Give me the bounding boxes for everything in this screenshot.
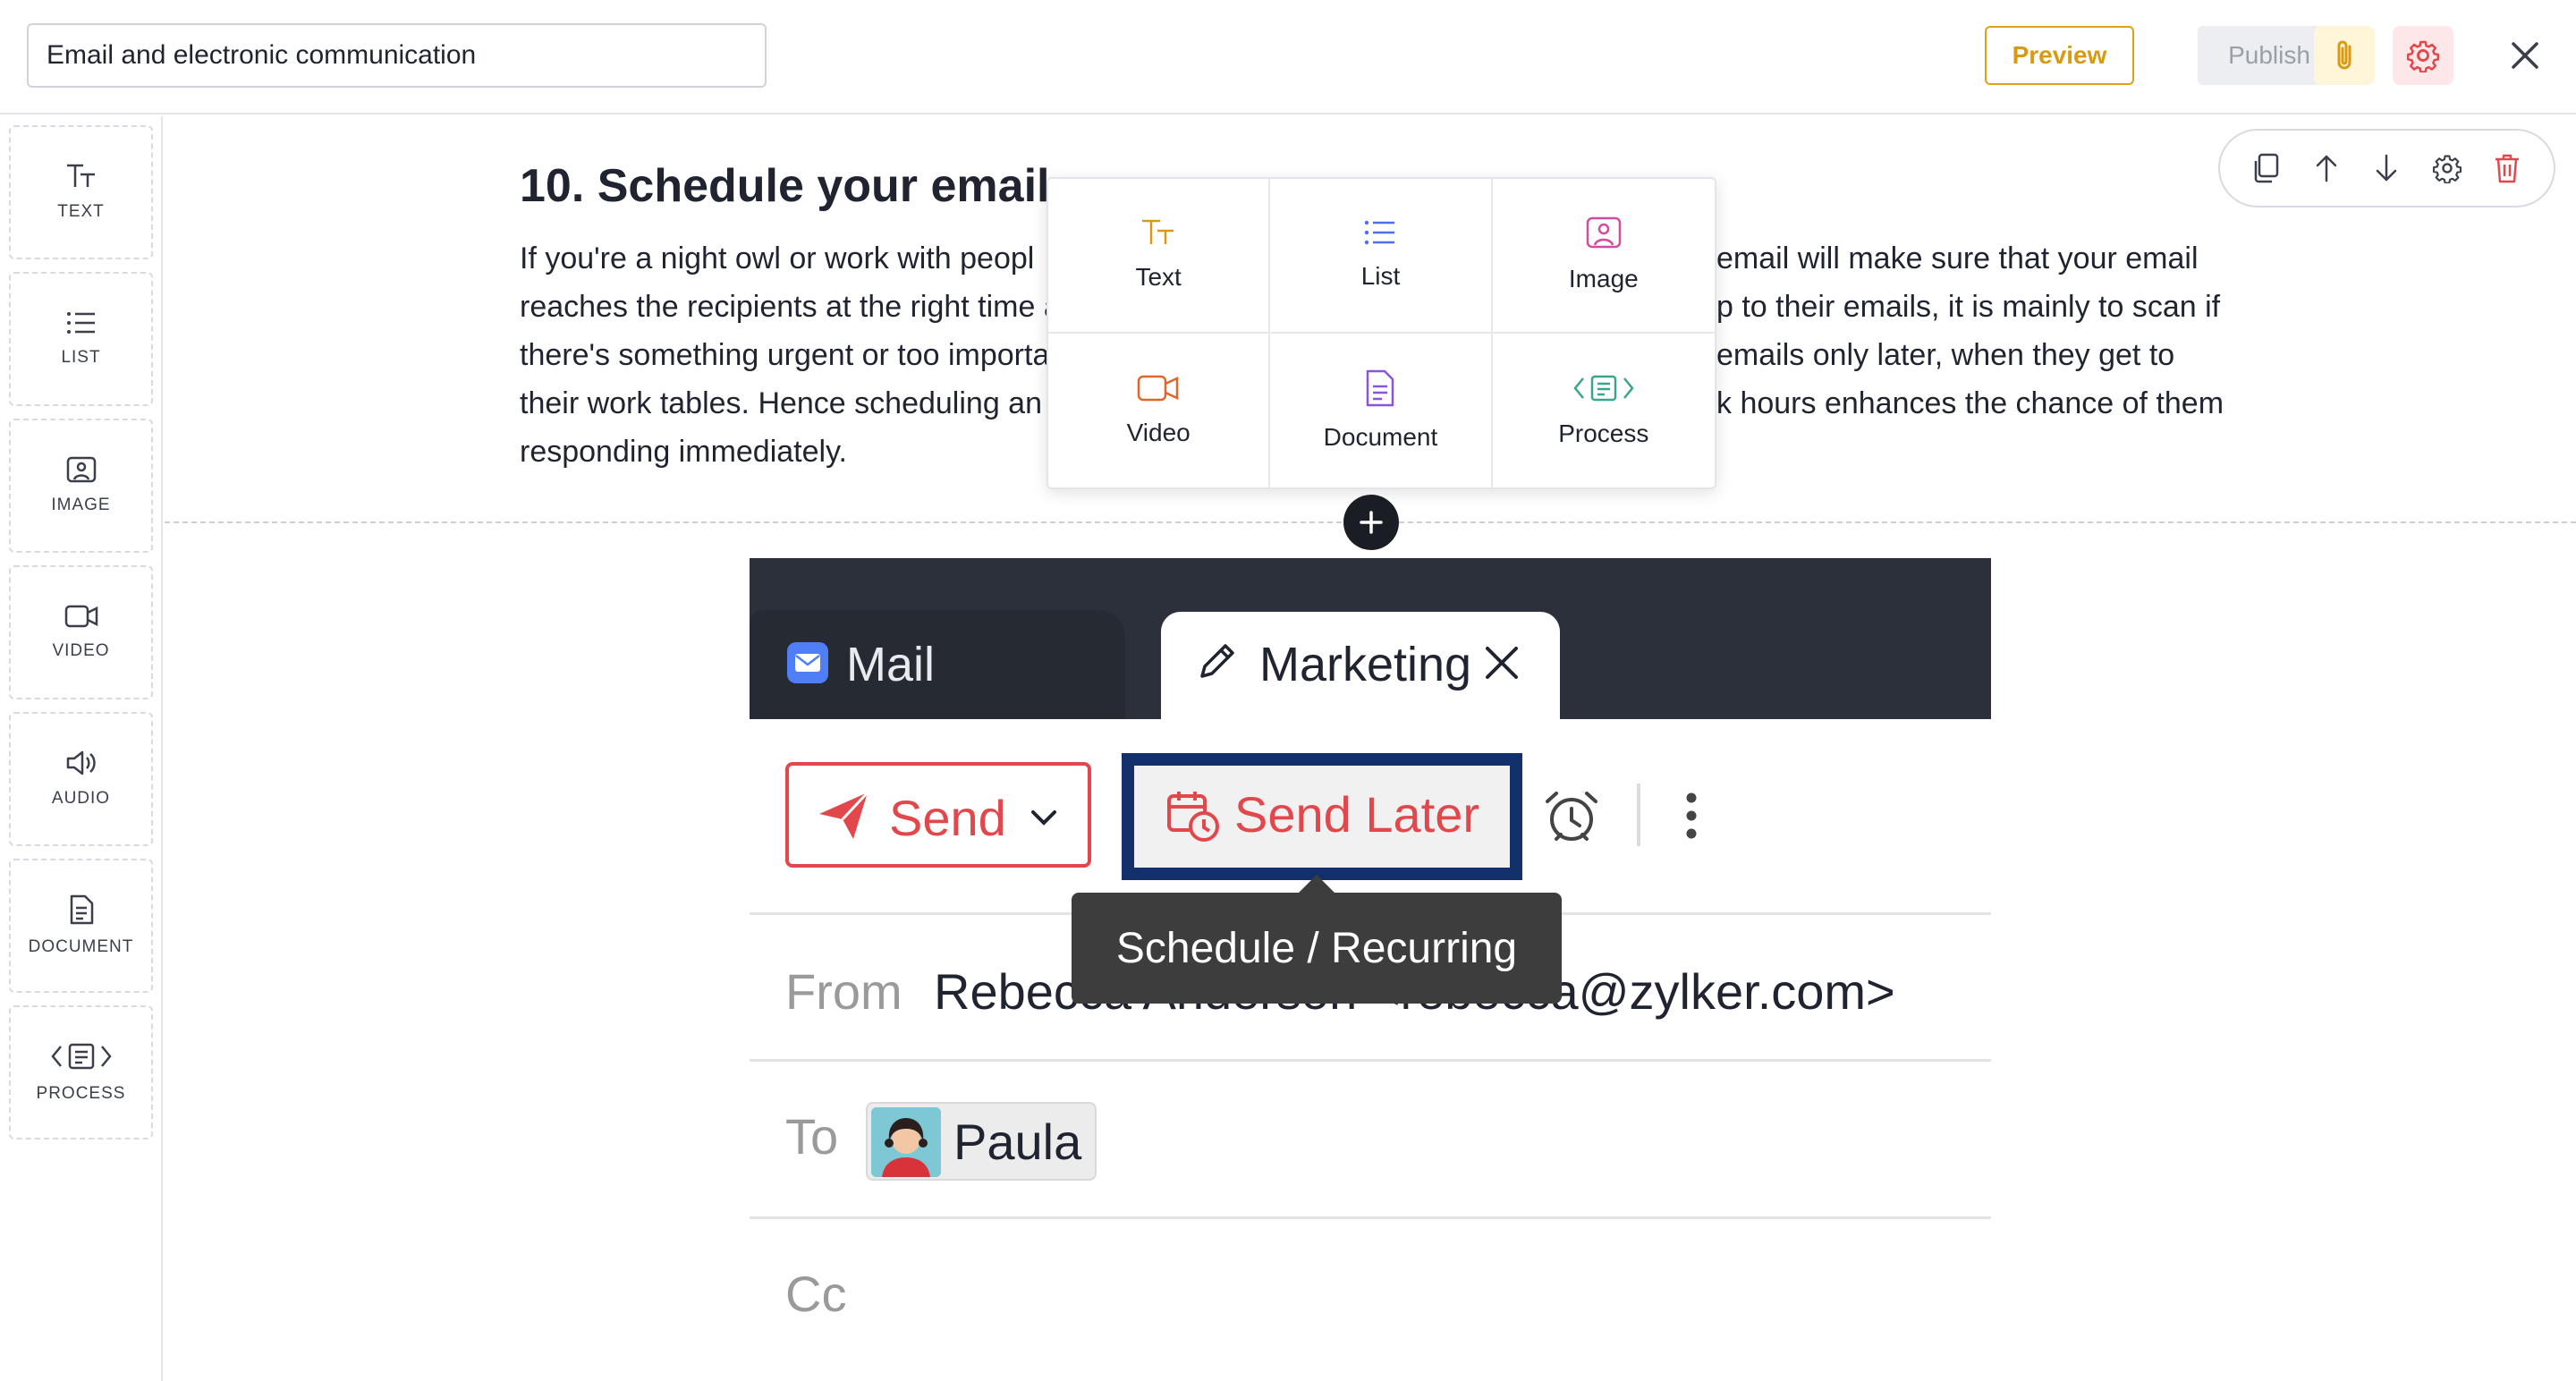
close-icon [2512,42,2538,69]
divider [750,1216,1991,1219]
insert-menu-item-video[interactable]: Video [1048,333,1271,487]
sidebar-item-process[interactable]: PROCESS [9,1005,153,1140]
recipient-name: Paula [953,1114,1082,1170]
sidebar-item-label: TEXT [57,202,105,221]
insert-menu-label: List [1360,262,1401,291]
block-toolbar [2218,129,2555,208]
tooltip-text: Schedule / Recurring [1115,924,1518,972]
paperclip-icon [2337,40,2351,70]
document-icon [70,894,93,925]
duplicate-block-button[interactable] [2241,143,2292,193]
pencil-icon [1200,644,1234,678]
insert-menu-item-list[interactable]: List [1270,179,1493,334]
send-label: Send [889,790,1006,846]
process-icon [1573,375,1634,401]
mail-app-icon [787,642,828,683]
insert-menu-item-image[interactable]: Image [1492,179,1715,334]
close-icon [1486,647,1518,679]
video-icon [64,605,97,628]
copy-icon [2254,153,2278,183]
text-format-icon [1142,220,1174,245]
calendar-clock-icon [1167,792,1219,842]
divider [750,1059,1991,1062]
paragraph-line: k hours enhances the chance of them [1716,386,2224,420]
recipient-chip: Paula [866,1102,1097,1181]
schedule-tooltip: Schedule / Recurring [1072,875,1562,1004]
insert-menu-label: Text [1135,263,1182,292]
sidebar-item-label: IMAGE [51,496,111,514]
send-button-image: Send [785,762,1091,868]
block-sidebar: TEXT LIST IMAGE VIDEO AUDIO DOCUMENT PRO… [0,116,163,1381]
video-icon [1137,375,1179,401]
cc-label: Cc [785,1266,847,1322]
preview-button[interactable]: Preview [1985,26,2134,85]
chevron-down-icon [1031,810,1056,826]
send-later-label: Send Later [1234,786,1479,843]
text-format-icon [66,164,95,187]
sidebar-item-label: LIST [61,348,101,367]
sidebar-item-label: VIDEO [52,641,110,660]
insert-menu-item-process[interactable]: Process [1493,334,1715,488]
insert-menu-label: Document [1323,422,1438,451]
send-later-button-image: Send Later [1122,753,1522,880]
list-icon [1365,221,1395,245]
attachment-button[interactable] [2314,26,2375,85]
arrow-down-icon [2377,154,2397,182]
move-up-button[interactable] [2301,143,2351,193]
gear-icon [2406,40,2440,72]
sidebar-item-video[interactable]: VIDEO [9,565,153,699]
marketing-tab: Marketing [1161,612,1560,719]
alarm-clock-icon [1546,792,1597,841]
sidebar-item-audio[interactable]: AUDIO [9,712,153,846]
move-down-button[interactable] [2361,143,2411,193]
close-button[interactable] [2498,30,2552,80]
document-icon [1367,369,1394,406]
page-title-input[interactable] [27,23,767,88]
audio-icon [66,750,96,775]
to-label: To [785,1108,839,1165]
paragraph-line: emails only later, when they get to [1716,338,2175,372]
insert-block-menu: Text List Image Video Document Process [1046,177,1716,489]
delete-block-button[interactable] [2482,143,2532,193]
paragraph-line: p to their emails, it is mainly to scan … [1716,290,2221,324]
avatar [871,1107,941,1177]
mail-tab-label: Mail [846,638,936,691]
sidebar-item-image[interactable]: IMAGE [9,419,153,553]
paragraph-line: email will make sure that your email [1716,241,2199,275]
trash-icon [2496,154,2520,183]
sidebar-item-list[interactable]: LIST [9,272,153,406]
insert-menu-label: Video [1126,418,1191,446]
list-icon [66,312,95,334]
insert-menu-label: Process [1558,419,1649,447]
section-heading[interactable]: 10. Schedule your email [520,159,1049,213]
top-bar: Preview Publish [0,0,2576,114]
insert-menu-item-document[interactable]: Document [1270,333,1493,487]
sidebar-item-label: AUDIO [51,789,111,808]
marketing-tab-label: Marketing [1259,638,1472,691]
plus-icon [1360,511,1383,534]
gear-icon [2432,155,2462,183]
insert-menu-label: Image [1568,265,1639,293]
settings-button[interactable] [2393,26,2453,85]
toolbar-separator [1637,784,1640,846]
sidebar-item-label: DOCUMENT [28,937,134,956]
sidebar-item-label: PROCESS [36,1084,126,1103]
from-label: From [785,963,902,1020]
process-icon [50,1043,112,1070]
sidebar-item-text[interactable]: TEXT [9,125,153,259]
send-icon [819,791,869,839]
insert-menu-item-text[interactable]: Text [1048,179,1271,334]
sidebar-item-document[interactable]: DOCUMENT [9,859,153,993]
section-paragraph-continued: email will make sure that your email p t… [1716,234,2253,428]
more-options-icon [1686,792,1697,839]
image-icon [66,456,96,483]
block-settings-button[interactable] [2422,143,2472,193]
add-block-button[interactable] [1343,495,1399,550]
arrow-up-icon [2316,155,2337,182]
image-icon [1586,217,1622,249]
